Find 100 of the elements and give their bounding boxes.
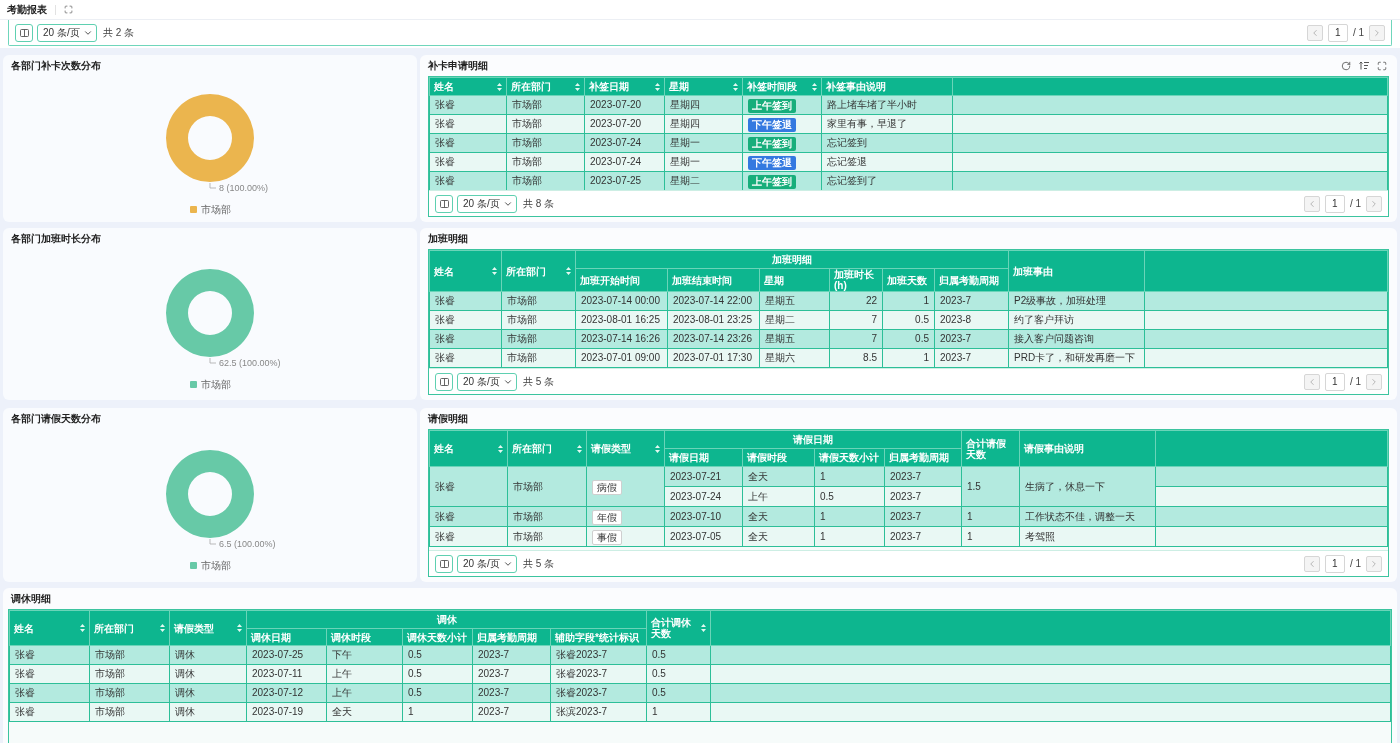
column-header[interactable]: 补签时间段 [742, 77, 822, 96]
legend-label: 市场部 [200, 203, 231, 217]
table-cell: 张睿 [429, 506, 508, 527]
column-header[interactable]: 合计调休天数 [646, 610, 711, 646]
previous-page-button[interactable] [1306, 24, 1323, 41]
column-toggle-button[interactable] [435, 194, 453, 213]
page-size-select[interactable]: 20 条/页 [457, 372, 517, 391]
table-cell: 2023-7 [934, 291, 1009, 311]
column-header[interactable]: 星期 [664, 77, 743, 96]
column-header[interactable]: 姓名 [429, 430, 508, 467]
table-cell: 调休 [169, 645, 247, 665]
table-cell: 市场部 [501, 348, 576, 368]
column-header[interactable]: 请假类型 [586, 430, 665, 467]
column-header[interactable]: 所在部门 [501, 250, 576, 292]
table-cell: 22 [829, 291, 883, 311]
table-cell: 张睿 [429, 95, 507, 115]
table-cell: 张睿 [9, 664, 90, 684]
column-header[interactable]: 姓名 [9, 610, 90, 646]
column-group-header: 请假日期 [664, 430, 962, 449]
table-cell: 张睿2023-7 [550, 664, 647, 684]
page-input[interactable]: 1 [1324, 554, 1345, 573]
next-page-button[interactable] [1369, 24, 1385, 41]
table-cell: 市场部 [501, 291, 576, 311]
table-cell: 2023-8 [934, 310, 1009, 330]
status-tag: 上午签到 [748, 99, 796, 113]
status-tag: 上午签到 [748, 137, 796, 151]
next-page-button[interactable] [1366, 373, 1382, 390]
previous-page-button[interactable] [1303, 373, 1320, 390]
column-settings-icon[interactable] [1359, 61, 1369, 70]
chart-title: 各部门补卡次数分布 [11, 59, 101, 73]
table-cell: 张睿 [9, 683, 90, 703]
table-cell: 生病了，休息一下 [1019, 466, 1156, 507]
column-header[interactable]: 所在部门 [506, 77, 585, 96]
page-input[interactable]: 1 [1324, 194, 1345, 213]
table-cell: 约了客户拜访 [1008, 310, 1145, 330]
page-input[interactable]: 1 [1324, 372, 1345, 391]
legend-label: 市场部 [200, 378, 231, 392]
fullscreen-icon[interactable] [1377, 60, 1387, 71]
table-cell: 市场部 [501, 310, 576, 330]
page-size-select[interactable]: 20 条/页 [37, 23, 97, 42]
next-page-button[interactable] [1366, 555, 1382, 572]
table-cell: 市场部 [507, 526, 587, 547]
table-cell: 7 [829, 329, 883, 349]
table-cell: 张睿2023-7 [550, 683, 647, 703]
table-cell: 2023-7 [472, 645, 551, 665]
table-cell: 2023-07-21 [664, 466, 743, 487]
column-header: 加班时长(h) [829, 268, 883, 292]
card-title: 请假明细 [428, 412, 468, 426]
page-count: / 1 [1349, 375, 1361, 389]
column-toggle-button[interactable] [435, 372, 453, 391]
page-input[interactable]: 1 [1327, 23, 1348, 42]
next-page-button[interactable] [1366, 195, 1382, 212]
table-cell: 0.5 [402, 645, 473, 665]
table-cell: 张睿 [429, 152, 507, 172]
page-count: / 1 [1349, 557, 1361, 571]
total-count: 共 2 条 [103, 26, 135, 40]
chart-title: 各部门请假天数分布 [11, 412, 101, 426]
refresh-icon[interactable] [1341, 60, 1351, 71]
column-toggle-button[interactable] [435, 554, 453, 573]
table-cell: 1 [961, 506, 1020, 527]
table-cell: 2023-07-25 [246, 645, 327, 665]
legend-label: 市场部 [200, 559, 231, 573]
column-header: 调休时段 [326, 628, 403, 646]
chevron-right-icon [1372, 27, 1382, 38]
table-cell: 张睿 [429, 526, 508, 547]
table-cell: 2023-08-01 23:25 [667, 310, 760, 330]
previous-page-button[interactable] [1303, 195, 1320, 212]
card-title: 加班明细 [428, 232, 468, 246]
column-header[interactable]: 请假类型 [169, 610, 247, 646]
table-cell: 2023-7 [472, 702, 551, 722]
table-cell: 下午 [326, 645, 403, 665]
fullscreen-icon[interactable] [64, 5, 73, 14]
table-cell: 考驾照 [1019, 526, 1156, 547]
previous-page-button[interactable] [1303, 555, 1320, 572]
page-size-select[interactable]: 20 条/页 [457, 554, 517, 573]
table-cell: 1 [961, 526, 1020, 547]
table-cell: 上午 [326, 664, 403, 684]
table-cell: 2023-07-05 [664, 526, 743, 547]
table-cell: 2023-07-20 [584, 114, 665, 134]
table-cell: 家里有事，早退了 [821, 114, 953, 134]
table-cell: 市场部 [89, 683, 170, 703]
column-group-header: 调休 [246, 610, 647, 629]
table-cell: 1 [882, 291, 935, 311]
column-header[interactable]: 补签日期 [584, 77, 665, 96]
column-header[interactable]: 姓名 [429, 250, 502, 292]
page-count: / 1 [1349, 197, 1361, 211]
table-cell: 2023-07-24 [664, 486, 743, 507]
chart-title: 各部门加班时长分布 [11, 232, 101, 246]
table-cell: P2级事故，加班处理 [1008, 291, 1145, 311]
column-header[interactable]: 所在部门 [89, 610, 170, 646]
column-toggle-button[interactable] [15, 23, 33, 42]
table-cell: 2023-07-01 17:30 [667, 348, 760, 368]
table-cell: 2023-07-14 00:00 [575, 291, 668, 311]
table-cell: 全天 [326, 702, 403, 722]
page-size-select[interactable]: 20 条/页 [457, 194, 517, 213]
table-cell: 0.5 [402, 664, 473, 684]
column-header[interactable]: 所在部门 [507, 430, 587, 467]
table-cell: 1 [814, 526, 885, 547]
table-cell: 张睿 [429, 171, 507, 190]
column-header[interactable]: 姓名 [429, 77, 507, 96]
